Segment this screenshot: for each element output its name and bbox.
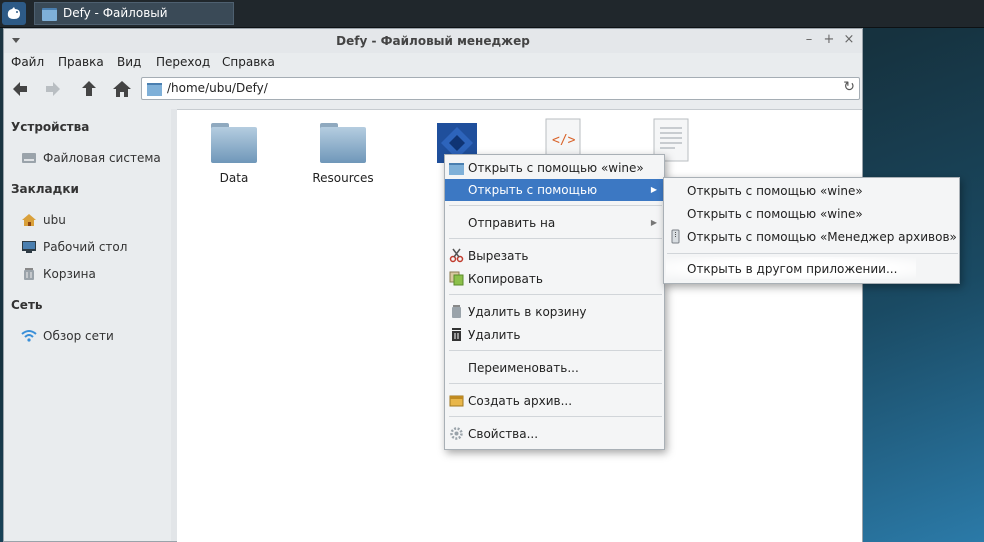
svg-text:</>: </> (552, 133, 576, 148)
open-with-submenu: Открыть с помощью «wine» Открыть с помощ… (663, 177, 960, 284)
menu-item-label: Копировать (468, 272, 543, 286)
sidebar-item-filesystem[interactable]: Файловая система (21, 149, 161, 167)
sidebar-item-label: Рабочий стол (43, 240, 128, 254)
sidebar-item-label: Обзор сети (43, 329, 114, 343)
minimize-button[interactable]: – (802, 33, 816, 47)
file-manager-window: Defy - Файловый менеджер – + × Файл Прав… (3, 28, 863, 542)
file-item-data[interactable]: Data (189, 123, 279, 185)
menu-item-label: Открыть с помощью «Менеджер архивов» (687, 230, 957, 244)
wifi-icon (21, 330, 37, 342)
menu-item-label: Свойства... (468, 427, 539, 441)
taskbar: Defy - Файловый менеджер (0, 0, 984, 41)
location-bar[interactable]: /home/ubu/Defy/ ↻ (141, 77, 860, 100)
sidebar-item-label: Корзина (43, 267, 96, 281)
copy-icon (449, 271, 464, 286)
menu-item-label: Открыть с помощью «wine» (468, 161, 644, 175)
menu-item-open-wine[interactable]: Открыть с помощью «wine» (445, 157, 664, 179)
back-arrow-icon[interactable] (9, 78, 31, 100)
submenu-item-wine-1[interactable]: Открыть с помощью «wine» (664, 180, 959, 202)
menu-item-label: Удалить в корзину (468, 305, 587, 319)
menu-item-properties[interactable]: Свойства... (445, 423, 664, 445)
window-title: Defy - Файловый менеджер (336, 34, 530, 48)
archive-manager-icon (671, 229, 680, 244)
sidebar-item-home[interactable]: ubu (21, 211, 66, 229)
menu-item-delete[interactable]: Удалить (445, 324, 664, 346)
menu-item-label: Открыть с помощью (468, 183, 598, 197)
file-label: Resources (312, 171, 374, 185)
folder-icon (147, 83, 162, 96)
menu-item-cut[interactable]: Вырезать (445, 245, 664, 267)
taskbar-window-button[interactable]: Defy - Файловый менеджер (34, 2, 234, 41)
home-icon[interactable] (111, 78, 133, 100)
menu-item-rename[interactable]: Переименовать... (445, 357, 664, 379)
file-label: Data (219, 171, 249, 185)
home-icon (22, 214, 36, 226)
menu-help[interactable]: Справка (222, 55, 275, 69)
menu-separator (667, 253, 958, 254)
scissors-icon (449, 248, 464, 263)
close-button[interactable]: × (842, 33, 856, 47)
sidebar-item-label: Файловая система (43, 151, 161, 165)
sidebar-item-trash[interactable]: Корзина (21, 265, 96, 283)
menu-item-send-to[interactable]: Отправить на ▶ (445, 212, 664, 234)
menu-item-label: Открыть с помощью «wine» (687, 184, 863, 198)
menu-item-label: Создать архив... (468, 394, 573, 408)
menu-file[interactable]: Файл (11, 55, 44, 69)
submenu-item-archive-manager[interactable]: Открыть с помощью «Менеджер архивов» (664, 226, 959, 248)
sidebar-item-desktop[interactable]: Рабочий стол (21, 238, 127, 256)
start-menu-button[interactable] (2, 2, 26, 25)
location-path: /home/ubu/Defy/ (167, 81, 268, 95)
drive-icon (22, 153, 36, 163)
sidebar-header-network: Сеть (11, 298, 43, 312)
desktop-icon (22, 241, 36, 253)
menu-separator (449, 383, 662, 384)
maximize-button[interactable]: + (822, 33, 836, 47)
folder-icon (320, 123, 366, 163)
reload-icon[interactable]: ↻ (843, 79, 855, 95)
sidebar: Устройства Файловая система Закладки ubu… (4, 109, 171, 541)
file-item-resources[interactable]: Resources (298, 123, 388, 185)
folder-icon (42, 8, 57, 21)
trash-icon (24, 268, 34, 280)
menu-separator (449, 416, 662, 417)
menu-item-label: Переименовать... (468, 361, 579, 375)
menu-item-label: Открыть в другом приложении... (687, 262, 898, 276)
folder-icon (449, 163, 464, 175)
context-menu: Открыть с помощью «wine» Открыть с помощ… (444, 154, 665, 450)
xfce-mouse-icon (7, 7, 20, 19)
menu-separator (449, 205, 662, 206)
sidebar-header-devices: Устройства (11, 120, 90, 134)
menu-item-move-to-trash[interactable]: Удалить в корзину (445, 301, 664, 323)
menu-item-label: Отправить на (468, 216, 556, 230)
menu-separator (449, 294, 662, 295)
folder-icon (211, 123, 257, 163)
submenu-arrow-icon: ▶ (650, 218, 657, 227)
menu-item-label: Удалить (468, 328, 521, 342)
gear-icon (450, 427, 463, 440)
sidebar-item-label: ubu (43, 213, 66, 227)
menu-item-copy[interactable]: Копировать (445, 268, 664, 290)
menu-item-label: Открыть с помощью «wine» (687, 207, 863, 221)
submenu-item-other-app[interactable]: Открыть в другом приложении... (664, 258, 959, 280)
menubar: Файл Правка Вид Переход Справка (4, 53, 862, 73)
menu-separator (449, 238, 662, 239)
up-arrow-icon[interactable] (78, 78, 100, 100)
sidebar-header-bookmarks: Закладки (11, 182, 79, 196)
menu-go[interactable]: Переход (156, 55, 210, 69)
menu-item-label: Вырезать (468, 249, 529, 263)
submenu-item-wine-2[interactable]: Открыть с помощью «wine» (664, 203, 959, 225)
forward-arrow-icon[interactable] (42, 78, 64, 100)
archive-icon (449, 395, 464, 407)
menu-item-create-archive[interactable]: Создать архив... (445, 390, 664, 412)
menu-edit[interactable]: Правка (58, 55, 104, 69)
menu-view[interactable]: Вид (117, 55, 141, 69)
sidebar-item-network[interactable]: Обзор сети (21, 327, 114, 345)
menu-separator (449, 350, 662, 351)
delete-icon (452, 328, 461, 341)
menu-item-open-with[interactable]: Открыть с помощью ▶ (445, 179, 664, 201)
trash-icon (452, 305, 461, 318)
window-titlebar: Defy - Файловый менеджер – + × (4, 29, 862, 53)
submenu-arrow-icon: ▶ (650, 185, 657, 194)
